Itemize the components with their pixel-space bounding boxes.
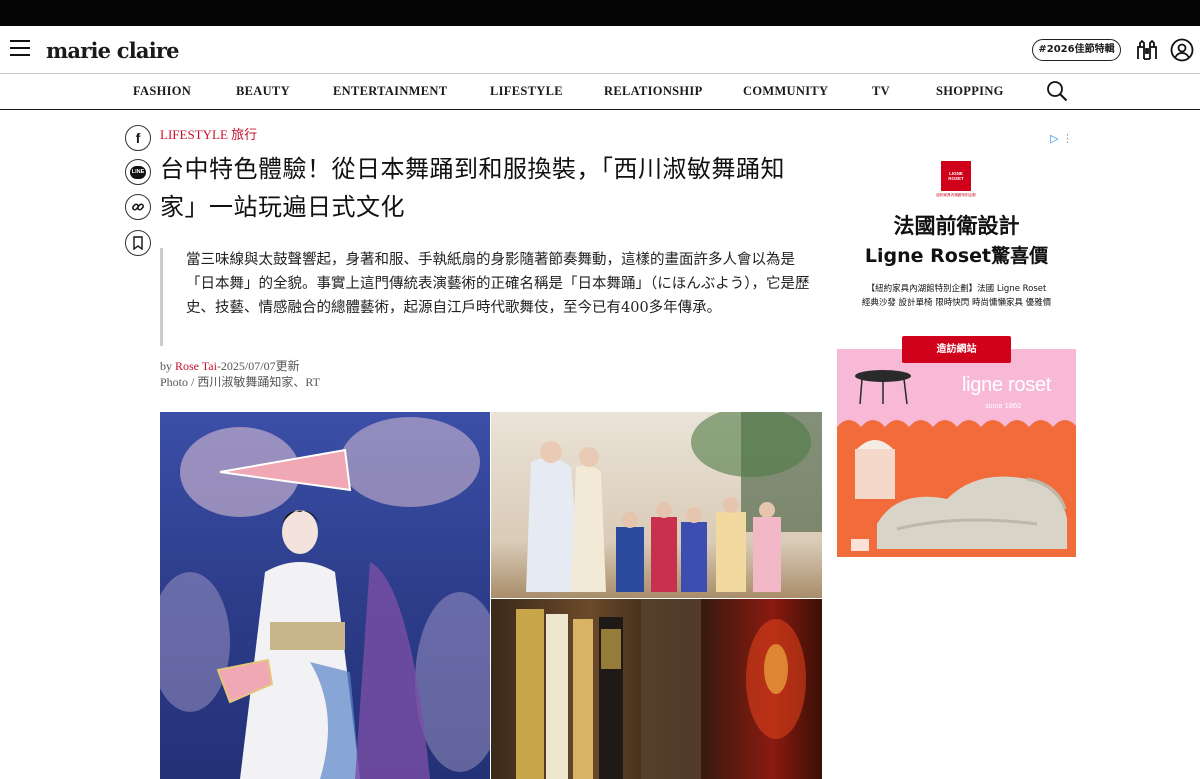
photo-dancer (160, 412, 490, 779)
line-icon: LINE (130, 165, 146, 179)
ad-subtext-2: 經典沙發 設計單椅 限時快閃 時尚慵懶家具 優雅價 (861, 298, 1052, 308)
site-header: marie claire #2026佳節特輯 (0, 26, 1200, 74)
ad-headline-1: 法國前衛設計 (893, 214, 1020, 238)
by-label: by (160, 359, 172, 373)
ad-badge-brand: LIGNE ROSET (948, 171, 964, 181)
bookmark-button[interactable] (125, 230, 151, 256)
copy-link-button[interactable] (125, 194, 151, 220)
adchoices-icon: ▷ (1050, 132, 1059, 145)
article-byline: by Rose Tai-2025/07/07更新 Photo / 西川淑敏舞踊知… (160, 358, 320, 390)
article-date: -2025/07/07更新 (216, 359, 300, 373)
nav-beauty[interactable]: BEAUTY (236, 84, 290, 99)
bookmark-icon (133, 236, 143, 250)
nav-relationship[interactable]: RELATIONSHIP (604, 84, 703, 99)
ad-visual: ligne roset since 1860 (837, 349, 1076, 557)
ad-badge-text: 紐約家具內湖館特別企劃 (936, 193, 976, 197)
ad-brand-logo: ligne roset (962, 374, 1051, 396)
ad-cta-button[interactable]: 造訪網站 (902, 336, 1011, 363)
photo-kimono-display (491, 599, 822, 779)
nav-fashion[interactable]: FASHION (133, 84, 191, 99)
share-facebook-button[interactable]: f (125, 125, 151, 151)
article-category: LIFESTYLE 旅行 (160, 124, 257, 143)
ad-badge: LIGNE ROSET (941, 161, 971, 191)
logo-text: marie claire (46, 38, 180, 63)
article-photo-collage[interactable] (160, 412, 822, 779)
ad-headline-2: Ligne Roset驚喜價 (864, 245, 1049, 267)
subcategory-link[interactable]: 旅行 (231, 127, 257, 142)
facebook-icon: f (135, 130, 141, 146)
link-icon (132, 203, 144, 211)
share-line-button[interactable]: LINE (125, 159, 151, 185)
search-icon[interactable] (1046, 80, 1068, 102)
article-lead: 當三味線與太鼓聲響起，身著和服、手執紙扇的身影隨著節奏舞動，這樣的畫面許多人會以… (160, 248, 820, 346)
nav-shopping[interactable]: SHOPPING (936, 84, 1004, 99)
gift-icon[interactable] (1135, 38, 1159, 62)
ad-choices[interactable]: ▷ ⋮ (1050, 132, 1073, 145)
photo-kids-dance (491, 412, 822, 598)
author-link[interactable]: Rose Tai (175, 359, 217, 373)
nav-tv[interactable]: TV (872, 84, 890, 99)
user-icon[interactable] (1170, 38, 1194, 62)
article-title: 台中特色體驗！從日本舞踊到和服換裝，「西川淑敏舞踊知家」一站玩遍日式文化 (160, 155, 785, 221)
menu-icon[interactable] (10, 40, 30, 56)
category-link[interactable]: LIFESTYLE (160, 127, 228, 142)
ad-subtext-1: 【紐約家具內湖館特別企劃】法國 Ligne Roset (866, 284, 1047, 294)
nav-entertainment[interactable]: ENTERTAINMENT (333, 84, 447, 99)
holiday-tag-button[interactable]: #2026佳節特輯 (1032, 39, 1121, 61)
photo-credit: Photo / 西川淑敏舞踊知家、RT (160, 375, 320, 389)
nav-community[interactable]: COMMUNITY (743, 84, 828, 99)
top-black-bar (0, 0, 1200, 26)
ad-brand-since: since 1860 (985, 401, 1022, 410)
sidebar-ad[interactable]: LIGNE ROSET 紐約家具內湖館特別企劃 法國前衛設計 Ligne Ros… (837, 153, 1076, 577)
main-nav: FASHION BEAUTY ENTERTAINMENT LIFESTYLE R… (0, 74, 1200, 110)
nav-lifestyle[interactable]: LIFESTYLE (490, 84, 563, 99)
